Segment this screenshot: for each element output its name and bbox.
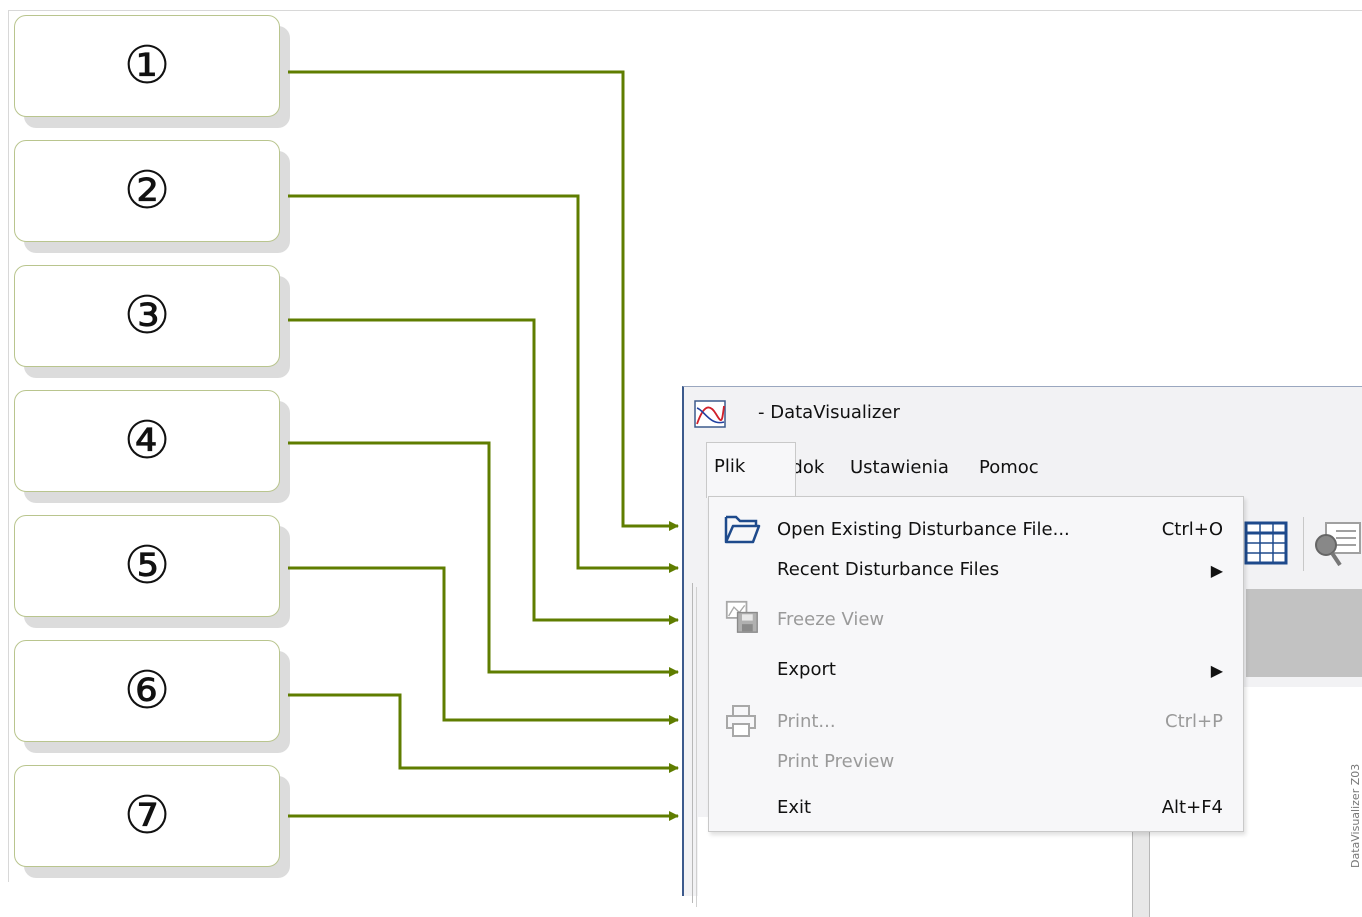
connector-5 [288,566,679,725]
connector-6 [288,693,679,773]
connector-2 [288,194,679,573]
connector-3 [288,318,679,625]
connector-4 [288,441,679,677]
figure-caption: DataVisualizer Z03 [1349,763,1362,868]
connector-lines [288,70,679,821]
connector-1 [288,70,679,531]
